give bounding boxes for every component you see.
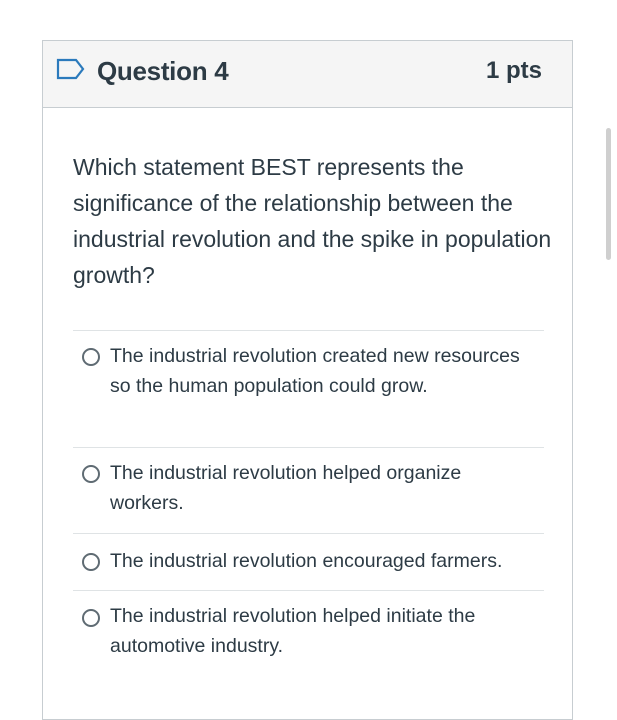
- question-header: Question 4 1 pts: [43, 41, 572, 108]
- answer-list: The industrial revolution created new re…: [73, 330, 544, 680]
- answer-label[interactable]: The industrial revolution created new re…: [110, 341, 535, 401]
- question-points: 1 pts: [485, 57, 542, 84]
- radio-button[interactable]: [82, 609, 100, 627]
- answer-option[interactable]: The industrial revolution created new re…: [73, 330, 544, 447]
- question-card: Question 4 1 pts Which statement BEST re…: [42, 40, 573, 720]
- flag-question-icon[interactable]: [56, 58, 86, 80]
- answer-label[interactable]: The industrial revolution encouraged far…: [110, 546, 535, 576]
- answer-option[interactable]: The industrial revolution helped organiz…: [73, 447, 544, 533]
- question-text: Which statement BEST represents the sign…: [73, 154, 552, 288]
- radio-button[interactable]: [82, 553, 100, 571]
- question-title: Question 4: [97, 56, 229, 86]
- answer-option[interactable]: The industrial revolution helped initiat…: [73, 590, 544, 680]
- scrollbar-thumb[interactable]: [606, 128, 611, 260]
- answer-label[interactable]: The industrial revolution helped organiz…: [110, 458, 535, 518]
- answer-label[interactable]: The industrial revolution helped initiat…: [110, 601, 535, 661]
- answer-option[interactable]: The industrial revolution encouraged far…: [73, 533, 544, 590]
- radio-button[interactable]: [82, 348, 100, 366]
- radio-button[interactable]: [82, 465, 100, 483]
